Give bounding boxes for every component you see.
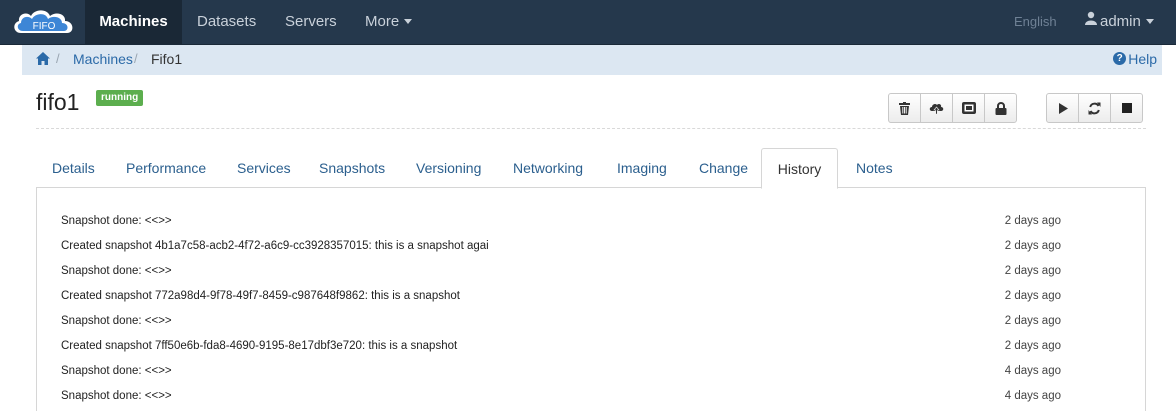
history-row: Created snapshot 772a98d4-9f78-49f7-8459… xyxy=(61,290,1061,315)
backup-button[interactable] xyxy=(920,93,953,123)
play-icon xyxy=(1058,102,1068,114)
history-row: Snapshot done: <<>> 2 days ago xyxy=(61,215,1061,240)
history-panel: Snapshot done: <<>> 2 days ago Created s… xyxy=(36,188,1146,411)
home-icon[interactable] xyxy=(36,52,50,68)
breadcrumb-current: Fifo1 xyxy=(151,51,183,67)
refresh-icon xyxy=(1088,102,1101,114)
history-message: Created snapshot 4b1a7c58-acb2-4f72-a6c9… xyxy=(61,240,489,252)
tab-change[interactable]: Change xyxy=(699,148,748,188)
history-message: Snapshot done: <<>> xyxy=(61,390,172,402)
stop-button[interactable] xyxy=(1110,93,1143,123)
machine-actions-group xyxy=(888,93,1017,123)
nav-datasets[interactable]: Datasets xyxy=(184,0,269,44)
tab-versioning[interactable]: Versioning xyxy=(416,148,481,188)
logo-text: FIFO xyxy=(33,21,56,32)
history-message: Snapshot done: <<>> xyxy=(61,265,172,277)
lock-button[interactable] xyxy=(984,93,1017,123)
tab-imaging[interactable]: Imaging xyxy=(617,148,667,188)
trash-icon xyxy=(899,101,910,115)
nav-datasets-label: Datasets xyxy=(197,13,257,30)
user-icon xyxy=(1085,0,1097,43)
nav-machines-label: Machines xyxy=(99,13,168,30)
tab-snapshots[interactable]: Snapshots xyxy=(319,148,385,188)
status-badge: running xyxy=(96,90,144,106)
nav-more-label: More xyxy=(365,13,400,30)
user-menu[interactable]: admin xyxy=(1085,0,1154,44)
start-button[interactable] xyxy=(1046,93,1079,123)
tab-networking[interactable]: Networking xyxy=(513,148,583,188)
console-icon xyxy=(961,102,976,114)
tab-notes[interactable]: Notes xyxy=(856,148,893,188)
breadcrumb: / Machines / Fifo1 ? Help xyxy=(22,45,1162,75)
language-selector[interactable]: English xyxy=(1014,0,1057,44)
tab-history[interactable]: History xyxy=(761,148,838,189)
caret-down-icon xyxy=(404,18,413,24)
cloud-upload-icon xyxy=(929,103,944,114)
nav-machines[interactable]: Machines xyxy=(85,0,182,44)
machine-power-group xyxy=(1046,93,1143,123)
fifo-logo[interactable]: FIFO xyxy=(11,7,77,37)
breadcrumb-separator: / xyxy=(134,51,138,66)
history-message: Snapshot done: <<>> xyxy=(61,365,172,377)
header-divider xyxy=(36,128,1146,129)
history-time: 4 days ago xyxy=(1004,390,1061,402)
breadcrumb-machines-link[interactable]: Machines xyxy=(73,51,133,67)
history-row: Created snapshot 4b1a7c58-acb2-4f72-a6c9… xyxy=(61,240,1061,265)
nav-more-dropdown[interactable]: More xyxy=(352,0,425,44)
delete-button[interactable] xyxy=(888,93,921,123)
history-row: Snapshot done: <<>> 2 days ago xyxy=(61,315,1061,340)
page-title: fifo1 xyxy=(36,89,80,115)
machine-tabs: Details Performance Services Snapshots V… xyxy=(36,148,1146,189)
history-row: Snapshot done: <<>> 4 days ago xyxy=(61,390,1061,411)
help-label: Help xyxy=(1128,51,1157,67)
history-row: Snapshot done: <<>> 4 days ago xyxy=(61,365,1061,390)
history-time: 2 days ago xyxy=(1004,240,1061,252)
lock-icon xyxy=(995,101,1006,115)
nav-servers-label: Servers xyxy=(285,13,337,30)
history-message: Created snapshot 772a98d4-9f78-49f7-8459… xyxy=(61,290,460,302)
breadcrumb-separator: / xyxy=(56,51,60,66)
history-time: 2 days ago xyxy=(1004,290,1061,302)
history-time: 2 days ago xyxy=(1004,340,1061,352)
nav-servers[interactable]: Servers xyxy=(272,0,350,44)
console-button[interactable] xyxy=(952,93,985,123)
history-time: 2 days ago xyxy=(1004,265,1061,277)
history-row: Created snapshot 7ff50e6b-fda8-4690-9195… xyxy=(61,340,1061,365)
stop-icon xyxy=(1121,103,1132,113)
top-navbar: FIFO Machines Datasets Servers More Engl… xyxy=(0,0,1176,45)
tab-performance[interactable]: Performance xyxy=(126,148,206,188)
question-icon: ? xyxy=(1113,52,1127,66)
history-message: Snapshot done: <<>> xyxy=(61,215,172,227)
history-message: Created snapshot 7ff50e6b-fda8-4690-9195… xyxy=(61,340,458,352)
history-time: 4 days ago xyxy=(1004,365,1061,377)
tab-services[interactable]: Services xyxy=(237,148,291,188)
caret-down-icon xyxy=(1145,18,1154,24)
history-time: 2 days ago xyxy=(1004,215,1061,227)
history-row: Snapshot done: <<>> 2 days ago xyxy=(61,265,1061,290)
help-link[interactable]: ? Help xyxy=(1113,51,1157,67)
user-name: admin xyxy=(1100,13,1141,30)
reboot-button[interactable] xyxy=(1078,93,1111,123)
history-time: 2 days ago xyxy=(1004,315,1061,327)
tab-details[interactable]: Details xyxy=(52,148,95,188)
history-message: Snapshot done: <<>> xyxy=(61,315,172,327)
